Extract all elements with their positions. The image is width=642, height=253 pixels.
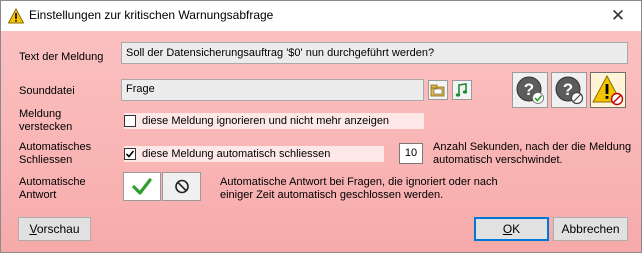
answer-no-button[interactable]: [162, 172, 201, 201]
message-label: Text der Meldung: [19, 51, 104, 63]
ok-button[interactable]: OK: [474, 217, 549, 241]
no-entry-icon: [175, 179, 189, 194]
sound-file-field[interactable]: Frage: [121, 79, 424, 101]
warning-forbidden-icon: [592, 74, 624, 106]
autoclose-checkbox[interactable]: [124, 148, 136, 160]
ignore-message-checkbox-row[interactable]: diese Meldung ignorieren und nicht mehr …: [124, 113, 424, 129]
preview-accesskey: V: [29, 222, 37, 236]
dialog-body: Text der Meldung Soll der Datensicherung…: [1, 31, 641, 252]
checkmark-icon: [132, 178, 152, 195]
play-sound-button[interactable]: [452, 80, 472, 100]
question-check-icon: ?: [516, 76, 544, 104]
message-text-field[interactable]: Soll der Datensicherungsauftrag '$0' nun…: [121, 42, 628, 64]
ok-label: K: [512, 222, 521, 236]
ok-accesskey: O: [502, 222, 513, 236]
icon-choice-question-check[interactable]: ?: [512, 72, 548, 108]
ignore-message-checkbox[interactable]: [124, 115, 136, 127]
preview-label: orschau: [36, 222, 80, 236]
seconds-input[interactable]: 10: [399, 143, 423, 164]
answer-yes-button[interactable]: [123, 172, 161, 201]
warning-icon: [8, 8, 24, 24]
folder-browse-icon: [430, 84, 445, 97]
play-sound-icon: [455, 83, 468, 97]
autoclose-checkbox-row[interactable]: diese Meldung automatisch schliessen: [124, 146, 384, 162]
preview-button[interactable]: Vorschau: [18, 217, 91, 241]
autoanswer-desc-line2: einiger Zeit automatisch geschlossen wer…: [220, 189, 444, 201]
sound-label: Sounddatei: [19, 85, 75, 97]
autoanswer-label-line2: Antwort: [19, 189, 57, 201]
seconds-desc-line1: Anzahl Sekunden, nach der die Meldung: [433, 141, 632, 153]
hide-label-line1: Meldung: [19, 108, 62, 120]
dialog-window: Einstellungen zur kritischen Warnungsabf…: [0, 0, 642, 253]
autoclose-label-line1: Automatisches: [19, 141, 92, 153]
autoanswer-label-line1: Automatische: [19, 176, 86, 188]
autoclose-label-line2: Schliessen: [19, 154, 73, 166]
autoanswer-desc-line1: Automatische Antwort bei Fragen, die ign…: [220, 176, 498, 188]
ignore-message-label: diese Meldung ignorieren und nicht mehr …: [142, 115, 390, 127]
hide-label-line2: verstecken: [19, 121, 73, 133]
autoclose-label: diese Meldung automatisch schliessen: [142, 148, 331, 160]
close-button[interactable]: ✕: [607, 6, 629, 26]
browse-sound-button[interactable]: [428, 80, 448, 100]
question-forbidden-icon: ?: [555, 76, 584, 105]
icon-choice-warning-forbidden[interactable]: [590, 72, 626, 108]
checkbox-check-icon: [125, 150, 135, 158]
icon-choice-question-forbidden[interactable]: ?: [551, 72, 587, 108]
window-title: Einstellungen zur kritischen Warnungsabf…: [29, 8, 274, 22]
title-bar[interactable]: Einstellungen zur kritischen Warnungsabf…: [1, 1, 641, 31]
seconds-desc-line2: automatisch verschwindet.: [433, 154, 563, 166]
cancel-button[interactable]: Abbrechen: [553, 217, 628, 241]
